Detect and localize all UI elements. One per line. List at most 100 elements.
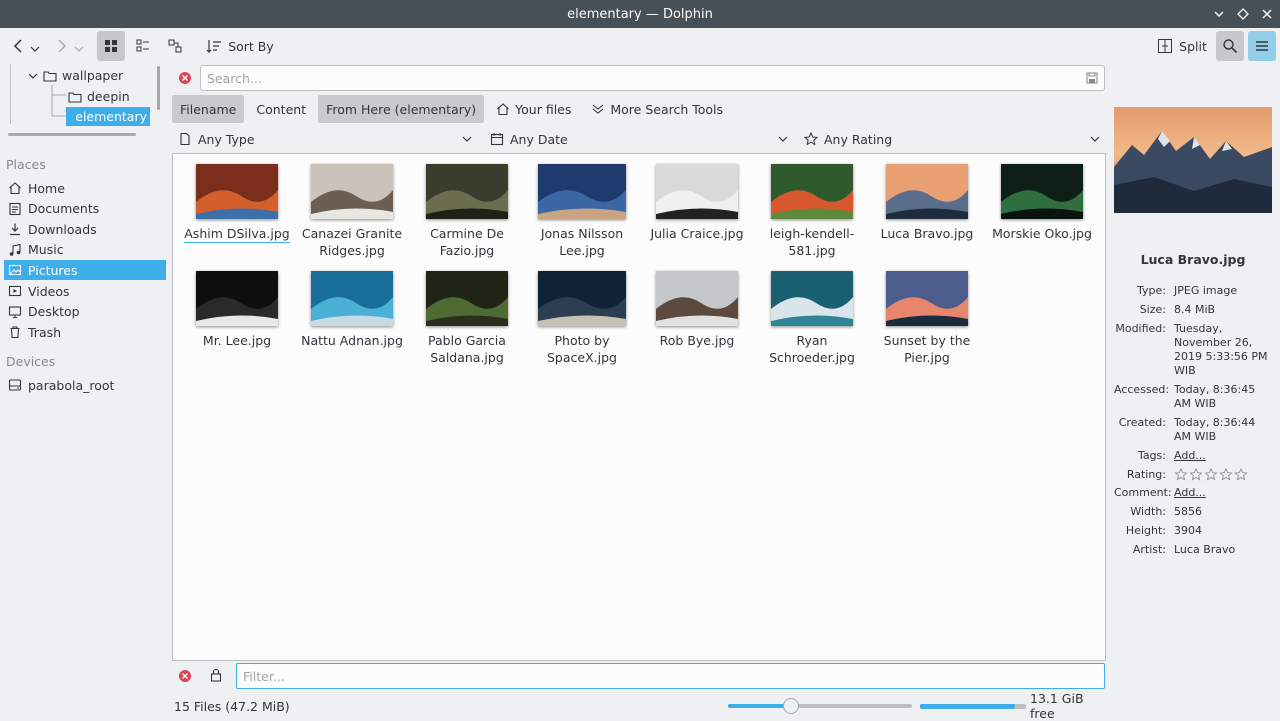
file-item[interactable]: Canazei Granite Ridges.jpg [296,164,408,259]
info-key: Size: [1139,303,1166,316]
image-thumbnail [426,164,508,219]
image-thumbnail [771,164,853,219]
forward-button[interactable] [50,31,74,61]
close-icon[interactable] [1260,7,1274,21]
device-label: parabola_root [28,377,115,393]
back-history-button[interactable] [28,34,42,64]
file-item[interactable]: Mr. Lee.jpg [181,271,293,349]
info-value: Tuesday, November 26, 2019 5:33:56 PM WI… [1174,322,1268,377]
file-name: Mr. Lee.jpg [202,333,272,348]
rating-star-icon[interactable] [1219,468,1233,481]
tree-item-wallpaper[interactable]: wallpaper [28,66,123,85]
tree-item-deepin[interactable]: deepin [68,87,130,106]
icons-view-button[interactable] [97,31,125,61]
zoom-slider-handle[interactable] [782,698,799,714]
place-trash[interactable]: Trash [4,322,166,342]
info-value[interactable]: Add... [1174,486,1274,500]
date-selector[interactable]: Any Date [490,128,790,150]
place-videos[interactable]: Videos [4,281,166,301]
file-item[interactable]: Julia Craice.jpg [641,164,753,242]
maximize-icon[interactable] [1236,7,1250,21]
place-documents[interactable]: Documents [4,199,166,219]
file-item[interactable]: leigh-kendell-581.jpg [756,164,868,259]
file-item[interactable]: Carmine De Fazio.jpg [411,164,523,259]
place-home[interactable]: Home [4,178,166,198]
file-name: leigh-kendell-581.jpg [769,226,855,258]
details-view-button[interactable] [161,31,189,61]
compact-view-button[interactable] [129,31,157,61]
info-row: Artist: Luca Bravo [1114,543,1280,557]
hamburger-menu-icon [1256,41,1268,51]
tab-content[interactable]: Content [248,95,314,123]
tab-filename-label: Filename [180,101,237,117]
save-search-icon[interactable] [1086,72,1098,84]
file-item[interactable]: Nattu Adnan.jpg [296,271,408,349]
search-input[interactable]: Search... [200,65,1105,91]
file-item[interactable]: Luca Bravo.jpg [871,164,983,242]
image-thumbnail [886,271,968,326]
rating-star-icon[interactable] [1234,468,1248,481]
minimize-icon[interactable] [1212,7,1226,21]
info-key: Height: [1125,524,1166,537]
rating-stars[interactable] [1174,468,1274,482]
rating-star-icon[interactable] [1204,468,1218,481]
tree-horizontal-scrollbar[interactable] [8,133,136,136]
tree-item-label: elementary [75,109,147,124]
place-pictures[interactable]: Pictures [4,260,166,281]
documents-icon [9,202,21,215]
place-label: Trash [28,324,62,340]
file-type-icon [180,132,190,146]
file-item[interactable]: Sunset by the Pier.jpg [871,271,983,366]
zoom-slider[interactable] [728,698,912,714]
split-button[interactable]: Split [1154,31,1210,61]
tab-from-here[interactable]: From Here (elementary) [318,95,485,123]
tab-filename[interactable]: Filename [172,95,245,123]
file-item[interactable]: Jonas Nilsson Lee.jpg [526,164,638,259]
close-search-icon[interactable] [178,71,192,85]
file-item[interactable]: Morskie Oko.jpg [986,164,1098,242]
chevron-down-icon[interactable] [28,71,38,81]
menu-button[interactable] [1248,31,1276,61]
file-item[interactable]: Ryan Schroeder.jpg [756,271,868,366]
tree-item-elementary[interactable]: elementary [66,107,150,126]
sort-by-button[interactable]: Sort By [204,31,276,61]
forward-history-button[interactable] [72,34,86,64]
tree-vertical-scrollbar[interactable] [157,66,160,110]
rating-star-icon[interactable] [1189,468,1203,481]
place-desktop[interactable]: Desktop [4,302,166,322]
device-parabola-root[interactable]: parabola_root [4,375,166,395]
place-music[interactable]: Music [4,240,166,260]
tab-your-files[interactable]: Your files [488,95,579,123]
rating-star-icon[interactable] [1174,468,1188,481]
file-count: 15 Files (47.2 MiB) [174,698,290,714]
lock-icon[interactable] [210,668,222,682]
file-view[interactable]: Ashim DSilva.jpg Canazei Granite Ridges.j… [172,153,1106,661]
type-selector[interactable]: Any Type [178,128,478,150]
disk-usage-fill [920,704,1016,709]
info-value[interactable]: Add... [1174,449,1274,463]
file-item[interactable]: Pablo Garcia Saldana.jpg [411,271,523,366]
info-value: 8.4 MiB [1174,303,1216,316]
tab-content-label: Content [256,101,307,117]
info-key: Comment: [1114,486,1172,499]
forward-arrow-icon [58,39,67,53]
info-row: Width: 5856 [1114,505,1280,519]
place-downloads[interactable]: Downloads [4,219,166,239]
file-item[interactable]: Rob Bye.jpg [641,271,753,349]
folder-icon [69,116,71,117]
filter-input[interactable]: Filter... [236,663,1105,689]
image-thumbnail [886,164,968,219]
file-item[interactable]: Photo by SpaceX.jpg [526,271,638,366]
close-filter-icon[interactable] [178,669,192,683]
more-search-tools-button[interactable]: More Search Tools [583,95,731,123]
rating-selector[interactable]: Any Rating [804,128,1102,150]
file-name: Pablo Garcia Saldana.jpg [428,333,506,365]
tree-item-label: wallpaper [62,68,124,83]
info-row: Accessed: Today, 8:36:45 AM WIB [1114,383,1280,411]
tree-guide-line [10,64,11,124]
search-button[interactable] [1216,31,1244,61]
file-item[interactable]: Ashim DSilva.jpg [181,164,293,243]
back-button[interactable] [6,31,30,61]
search-icon [1223,39,1238,54]
image-thumbnail [1001,164,1083,219]
